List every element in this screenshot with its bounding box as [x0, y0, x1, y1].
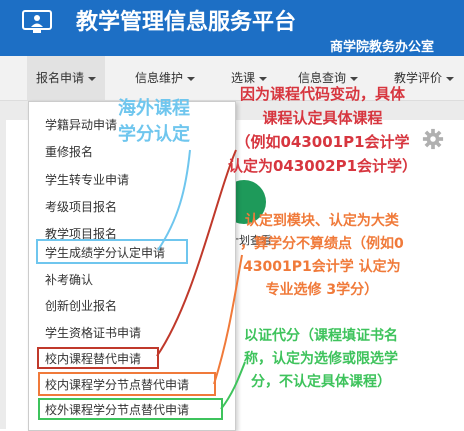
caret-down-icon	[350, 76, 359, 81]
menu-item-retake[interactable]: 重修报名	[45, 144, 93, 160]
college-name: 商学院教务办公室	[330, 40, 435, 55]
monitor-user-icon	[22, 10, 52, 33]
annotation-line: ，算学分不算绩点（例如0	[240, 236, 404, 252]
annotation-line: （例如043001P1会计学	[235, 133, 410, 151]
annotation-line: 分，不认定具体课程）	[251, 374, 391, 390]
annotation-line: 海外课程	[118, 98, 190, 119]
highlight-box-blue	[36, 239, 188, 264]
caret-down-icon	[446, 76, 455, 81]
annotation-line: 课程认定具体课程	[262, 109, 383, 127]
menu-item-certificate[interactable]: 学生资格证书申请	[45, 325, 141, 341]
highlight-box-red	[37, 347, 159, 369]
annotation-course-code-change: 因为课程代码变动，具体 课程认定具体课程 （例如043001P1会计学 认定为0…	[228, 82, 417, 178]
annotation-overseas-credit: 海外课程 学分认定	[118, 96, 190, 148]
caret-down-icon	[187, 76, 196, 81]
annotation-line: 以证代分（课程填证书名	[244, 328, 398, 344]
app-title: 教学管理信息服务平台	[76, 10, 297, 35]
highlight-box-green	[38, 398, 223, 420]
annotation-module-credit: 认定到模块、认定为大类 ，算学分不算绩点（例如0 43001P1会计学 认定为 …	[240, 210, 404, 302]
menu-item-exam-registration[interactable]: 考级项目报名	[45, 199, 117, 215]
annotation-certificate-credit: 以证代分（课程填证书名 称，认定为选修或限选学 分，不认定具体课程）	[244, 325, 398, 394]
nav-item-apply[interactable]: 报名申请	[27, 56, 106, 100]
menu-item-major-transfer[interactable]: 学生转专业申请	[45, 172, 129, 188]
caret-down-icon	[88, 76, 97, 81]
menu-item-status-change[interactable]: 学籍异动申请	[45, 117, 117, 133]
caret-down-icon	[259, 76, 268, 81]
annotation-line: 因为课程代码变动，具体	[240, 85, 406, 103]
highlight-box-orange	[38, 372, 216, 396]
annotation-line: 专业选修 3学分）	[265, 282, 379, 298]
annotation-line: 称，认定为选修或限选学	[244, 351, 398, 367]
nav-item-label: 信息维护	[135, 71, 184, 85]
gear-icon[interactable]	[422, 128, 444, 150]
nav-item-label: 报名申请	[36, 71, 85, 85]
annotation-line: 认定到模块、认定为大类	[244, 213, 399, 229]
menu-item-innovation[interactable]: 创新创业报名	[45, 298, 117, 314]
menu-item-makeup-exam[interactable]: 补考确认	[45, 272, 93, 288]
annotation-line: 43001P1会计学 认定为	[243, 259, 401, 275]
annotation-line: 学分认定	[118, 124, 190, 145]
nav-item-info[interactable]: 信息维护	[135, 56, 196, 100]
annotation-line: 认定为043002P1会计学）	[228, 157, 418, 175]
app-header: 教学管理信息服务平台 商学院教务办公室	[0, 0, 464, 56]
